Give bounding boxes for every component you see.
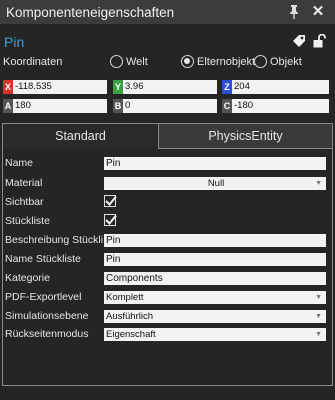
axis-label-b: B — [113, 99, 123, 113]
simulation-level-select[interactable]: Ausführlich ▼ — [104, 310, 326, 323]
radio-label: Objekt — [270, 55, 302, 68]
axis-label-x: X — [3, 80, 13, 94]
axis-label-y: Y — [113, 80, 123, 94]
close-icon[interactable]: ✕ — [309, 3, 327, 21]
radio-label: Welt — [126, 55, 148, 68]
property-label-bom-description: Beschreibung Stückli... — [5, 234, 105, 246]
axis-label-a: A — [3, 99, 13, 113]
material-select-value: Null — [207, 178, 225, 189]
radio-label: Elternobjekt — [197, 55, 256, 68]
rotation-b-field[interactable]: B 0 — [113, 99, 217, 113]
tag-icon[interactable] — [292, 34, 306, 48]
rotation-b-value[interactable]: 0 — [123, 99, 217, 113]
property-label-name: Name — [5, 157, 34, 169]
property-label-bom-name: Name Stückliste — [5, 253, 81, 265]
radio-world[interactable]: Welt — [110, 55, 148, 68]
axis-label-z: Z — [222, 80, 232, 94]
rotation-a-value[interactable]: 180 — [13, 99, 107, 113]
object-name: Pin — [4, 34, 25, 50]
title-bar: Komponenteneigenschaften ✕ — [0, 0, 335, 24]
property-label-bom: Stückliste — [5, 215, 50, 227]
name-input[interactable]: Pin — [104, 157, 326, 170]
radio-object[interactable]: Objekt — [254, 55, 302, 68]
checkmark-icon — [105, 214, 117, 225]
simulation-level-value: Ausführlich — [106, 311, 153, 322]
pin-icon[interactable] — [287, 4, 301, 20]
property-label-simulation-level: Simulationsebene — [5, 310, 89, 322]
rotation-c-value[interactable]: -180 — [232, 99, 329, 113]
position-y-field[interactable]: Y 3.96 — [113, 80, 217, 94]
checkmark-icon — [105, 195, 117, 206]
chevron-down-icon: ▼ — [315, 313, 322, 320]
property-label-category: Kategorie — [5, 272, 50, 284]
pdf-export-level-value: Komplett — [106, 292, 144, 303]
visible-checkbox[interactable] — [104, 195, 117, 207]
position-y-value[interactable]: 3.96 — [123, 80, 217, 94]
axis-label-c: C — [222, 99, 232, 113]
unlock-icon[interactable] — [313, 33, 326, 48]
chevron-down-icon: ▼ — [315, 294, 322, 301]
material-select[interactable]: Null ▼ — [104, 177, 326, 190]
chevron-down-icon: ▼ — [315, 331, 322, 338]
window-title: Komponenteneigenschaften — [6, 4, 175, 20]
tab-standard[interactable]: Standard — [3, 124, 159, 149]
category-input[interactable]: Components — [104, 272, 326, 285]
position-z-value[interactable]: 204 — [232, 80, 329, 94]
chevron-down-icon: ▼ — [315, 180, 322, 187]
position-x-field[interactable]: X -118.535 — [3, 80, 107, 94]
backface-mode-select[interactable]: Eigenschaft ▼ — [104, 328, 326, 341]
bom-name-input[interactable]: Pin — [104, 253, 326, 266]
bom-description-input[interactable]: Pin — [104, 234, 326, 247]
position-z-field[interactable]: Z 204 — [222, 80, 329, 94]
bom-checkbox[interactable] — [104, 214, 117, 226]
rotation-c-field[interactable]: C -180 — [222, 99, 329, 113]
property-label-backface-mode: Rückseitenmodus — [5, 328, 89, 340]
backface-mode-value: Eigenschaft — [106, 329, 156, 340]
pdf-export-level-select[interactable]: Komplett ▼ — [104, 291, 326, 304]
radio-circle — [110, 55, 123, 68]
tab-physics-entity[interactable]: PhysicsEntity — [159, 124, 332, 149]
radio-circle — [254, 55, 267, 68]
radio-circle — [181, 55, 194, 68]
property-label-pdf-export-level: PDF-Exportlevel — [5, 291, 82, 303]
property-label-material: Material — [5, 177, 43, 189]
radio-parent-object[interactable]: Elternobjekt — [181, 55, 255, 68]
property-label-visible: Sichtbar — [5, 196, 44, 208]
coordinates-label: Koordinaten — [3, 56, 63, 68]
position-x-value[interactable]: -118.535 — [13, 80, 107, 94]
rotation-a-field[interactable]: A 180 — [3, 99, 107, 113]
